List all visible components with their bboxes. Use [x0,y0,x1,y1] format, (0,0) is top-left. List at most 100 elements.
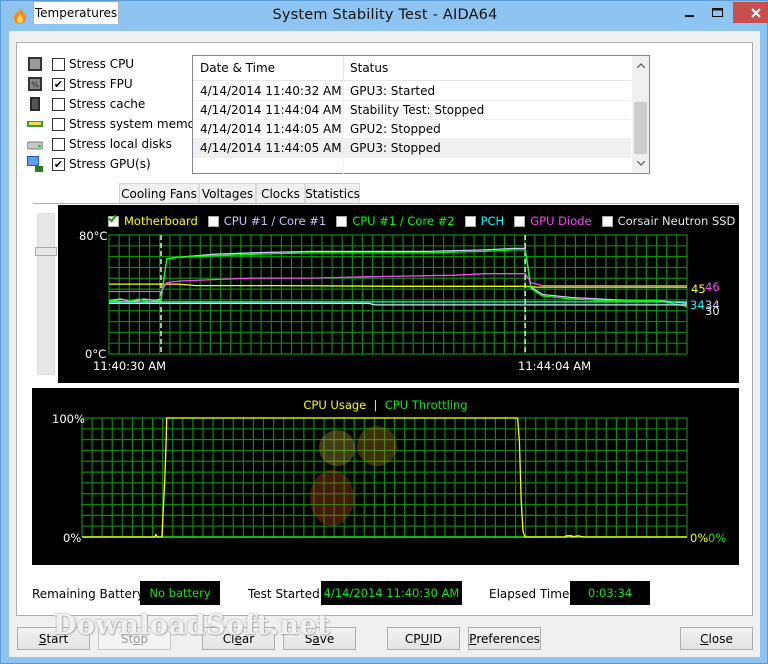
stress-checkbox[interactable] [52,137,65,151]
cpuid-button[interactable]: CP U ID [387,627,460,650]
log-row[interactable]: 4/14/2014 11:44:05 AM GPU2: Stopped [193,120,631,139]
graph-zoom-slider[interactable] [35,213,57,375]
legend-label: CPU #1 / Core #1 [223,214,327,228]
legend-cpu-usage: CPU Usage [303,398,367,412]
legend-item[interactable]: PCH [108,214,505,228]
log-row[interactable]: 4/14/2014 11:44:05 AM GPU3: Stopped [193,139,631,158]
stress-checkbox[interactable]: ✔ [52,157,65,171]
log-row[interactable]: 4/14/2014 11:44:04 AM Stability Test: Sto… [193,101,631,120]
maximize-icon [711,7,723,17]
log-time: 4/14/2014 11:40:32 AM [200,84,342,98]
current-value-label: 34 [690,298,705,312]
stop-button[interactable]: St o p [98,627,171,650]
y-axis-max-label: 100% [52,412,85,426]
test-started-value: 4/14/2014 11:40:30 AM [321,581,462,605]
stress-option[interactable]: ✔ Stress GPU(s) [27,154,151,174]
log-scrollbar[interactable] [632,56,649,173]
stress-checkbox[interactable] [52,57,65,71]
column-separator [343,56,344,81]
cpu-usage-plot [81,417,688,538]
scroll-up-button[interactable] [632,57,649,74]
legend-checkbox[interactable] [108,214,526,227]
stress-option-label: Stress local disks [69,137,172,151]
legend-item[interactable]: GPU Diode [108,214,592,228]
current-value-label: 45 [691,282,706,296]
minimize-icon [684,14,694,17]
tab-cooling-fans[interactable]: Cooling Fans [119,183,199,203]
test-started-label: Test Started: [248,587,324,601]
gpu-monitor-icon [27,156,43,172]
legend-item[interactable]: Corsair Neutron SSD [108,214,735,228]
aida64-window: System Stability Test - AIDA64 Stress CP… [0,0,768,664]
clear-button[interactable]: Cl e ar [202,627,275,650]
stress-option-label: Stress CPU [69,57,135,71]
stress-option-label: Stress FPU [69,77,133,91]
log-status: GPU3: Stopped [350,141,441,155]
slider-thumb[interactable] [35,247,57,256]
stress-option[interactable]: Stress cache [27,94,145,114]
checkmark-icon: ✔ [53,77,64,91]
log-header: Date & Time Status [193,56,631,81]
x-axis-stop-label: 11:44:04 AM [518,359,592,373]
tab-voltages[interactable]: Voltages [199,183,256,203]
log-row[interactable]: 4/14/2014 11:40:32 AM GPU3: Started [193,82,631,101]
legend-item[interactable]: CPU #1 / Core #1 [108,214,327,228]
legend-label: PCH [480,214,505,228]
legend-item[interactable]: CPU #1 / Core #2 [108,214,455,228]
close-window-button[interactable] [733,2,768,23]
checkmark-icon [108,214,117,223]
battery-value: No battery [140,581,220,605]
y-axis-max-label: 80°C [79,229,108,243]
log-status: GPU3: Started [350,84,436,98]
cpu-legend: CPU Usage | CPU Throttling [303,398,468,412]
hard-disk-icon [26,136,44,152]
chevron-up-icon [636,63,645,68]
save-button[interactable]: Sa ve [283,627,356,650]
fpu-chip-icon: % [27,76,43,92]
legend-label: Motherboard [124,214,198,228]
stress-checkbox[interactable]: ✔ [52,77,65,91]
preferences-button[interactable]: Preferences [468,627,541,650]
log-status: GPU2: Stopped [350,122,441,136]
start-button[interactable]: Start [17,627,90,650]
legend-item[interactable]: Motherboard [108,214,198,228]
stress-option[interactable]: Stress local disks [26,134,172,154]
scroll-thumb[interactable] [634,102,647,154]
event-log-list[interactable]: Date & Time Status 4/14/2014 11:40:32 AM… [192,55,650,174]
legend-checkbox[interactable] [108,214,219,227]
log-status: Stability Test: Stopped [350,103,485,117]
svg-text:%: % [31,81,39,90]
column-date-time[interactable]: Date & Time [200,61,275,75]
chevron-down-icon [636,161,645,166]
legend-checkbox[interactable] [108,214,476,227]
stress-checkbox[interactable] [52,97,65,111]
tab-statistics[interactable]: Statistics [305,183,360,203]
maximize-button[interactable] [704,2,731,23]
scroll-down-button[interactable] [632,155,649,172]
legend-cpu-throttling: CPU Throttling [384,398,468,412]
close-button[interactable]: Close [680,627,753,650]
cpu-usage-chart: CPU Usage | CPU Throttling 100% 0% 0% 0% [32,388,739,565]
legend-label: CPU #1 / Core #2 [352,214,455,228]
series-line-corsair-neutron-ssd [109,302,687,306]
temperature-legend: Motherboard CPU #1 / Core #1 CPU #1 / Core… [108,214,745,228]
stress-option[interactable]: % ✔ Stress FPU [27,74,133,94]
checkmark-icon: ✔ [53,157,64,171]
minimize-button[interactable] [676,2,703,23]
log-time: 4/14/2014 11:44:05 AM [200,122,342,136]
cache-chip-icon [27,96,43,112]
stress-option[interactable]: Stress CPU [27,54,134,74]
memory-module-icon [27,116,43,132]
stress-checkbox[interactable] [52,117,65,131]
elapsed-time-value: 0:03:34 [570,581,650,605]
legend-checkbox[interactable] [108,214,613,227]
stress-option[interactable]: Stress system memory [27,114,207,134]
column-status[interactable]: Status [350,61,388,75]
legend-checkbox[interactable] [108,214,348,227]
log-time: 4/14/2014 11:44:04 AM [200,103,342,117]
tab-temperatures[interactable]: Temperatures [33,1,119,24]
tab-clocks[interactable]: Clocks [256,183,305,203]
temperature-chart: 45 34 34 46 30 Motherboard CPU #1 / Core #1 CP… [58,205,739,383]
x-axis-start-label: 11:40:30 AM [93,359,167,373]
battery-label: Remaining Battery: [32,587,148,601]
